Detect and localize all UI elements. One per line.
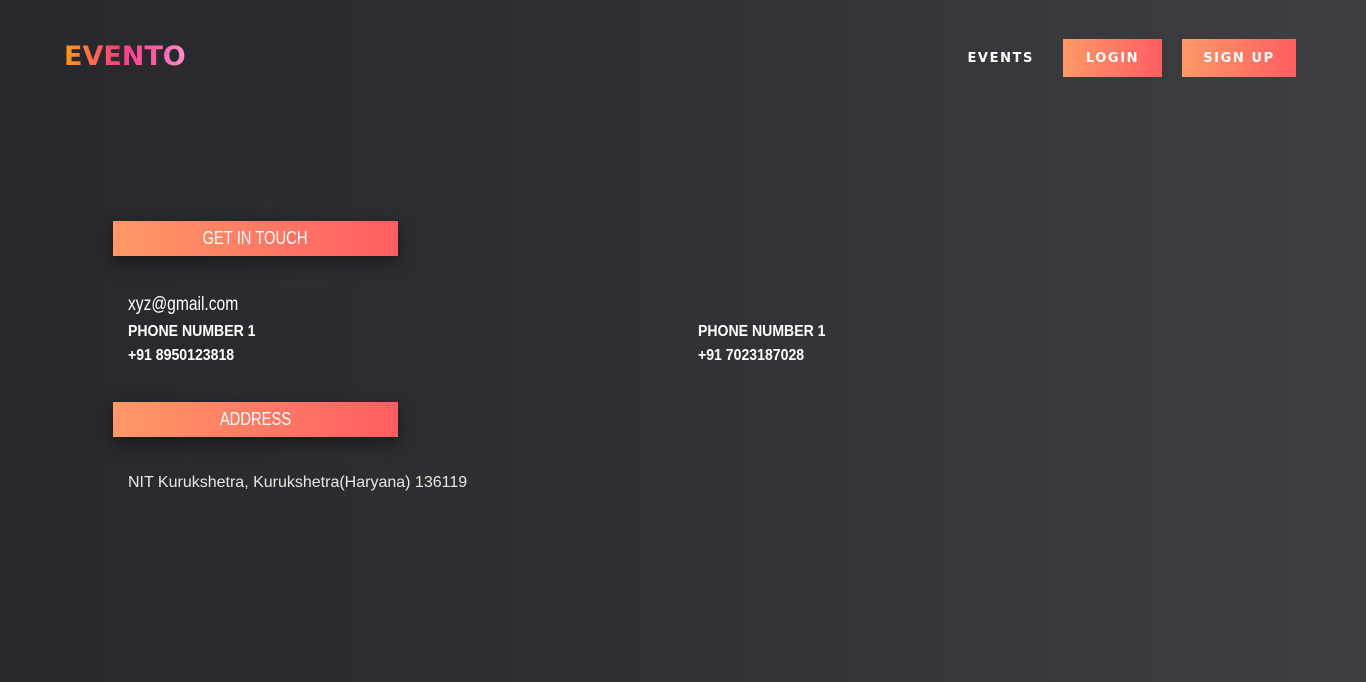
address-heading-label: ADDRESS — [219, 409, 292, 429]
phone-block-1: PHONE NUMBER 1 +91 8950123818 — [128, 322, 273, 370]
phone-label-1: PHONE NUMBER 1 — [128, 323, 256, 340]
evento-logo[interactable]: EVENTO — [64, 40, 186, 74]
get-in-touch-label: GET IN TOUCH — [203, 228, 308, 248]
phone-label-2: PHONE NUMBER 1 — [698, 323, 826, 340]
login-button[interactable]: LOGIN — [1063, 39, 1162, 77]
get-in-touch-heading: GET IN TOUCH — [113, 221, 398, 256]
sign-up-button[interactable]: SIGN UP — [1182, 39, 1296, 77]
phone-number-1[interactable]: +91 8950123818 — [128, 346, 256, 370]
nav-events-link[interactable]: EVENTS — [967, 51, 1034, 66]
contact-email[interactable]: xyz@gmail.com — [128, 294, 238, 316]
phone-block-2: PHONE NUMBER 1 +91 7023187028 — [698, 322, 843, 370]
phone-number-2[interactable]: +91 7023187028 — [698, 346, 826, 370]
address-text: NIT Kurukshetra, Kurukshetra(Haryana) 13… — [128, 474, 468, 491]
top-nav: EVENTS LOGIN SIGN UP — [967, 39, 1296, 77]
address-heading: ADDRESS — [113, 402, 398, 437]
